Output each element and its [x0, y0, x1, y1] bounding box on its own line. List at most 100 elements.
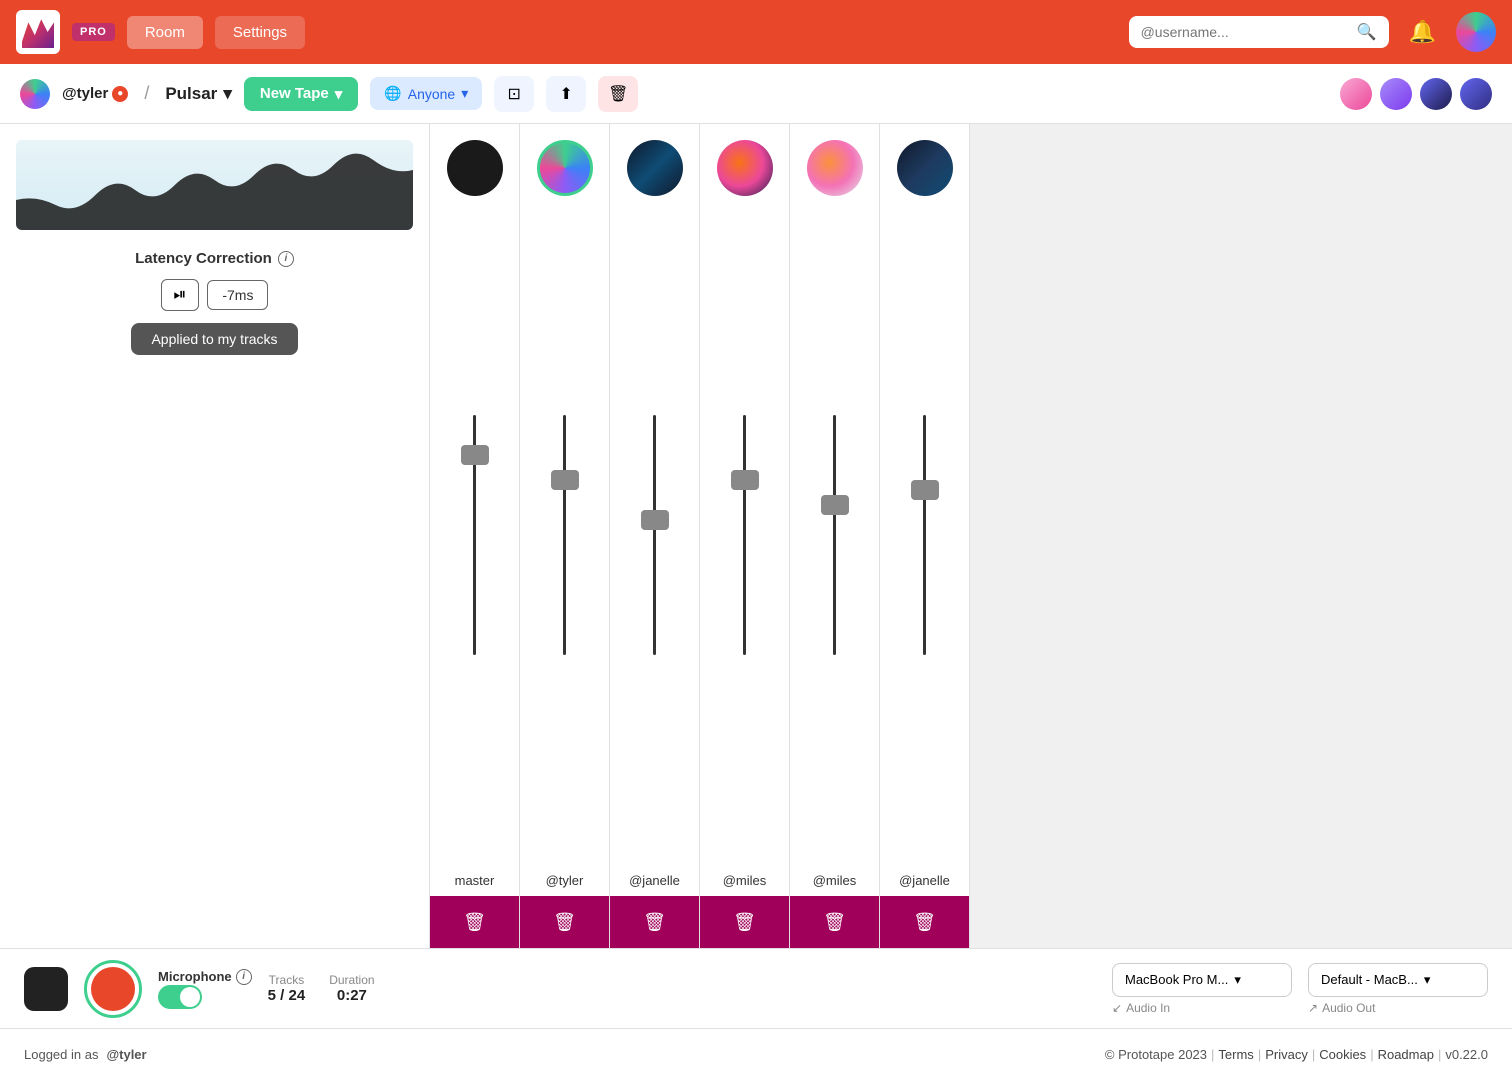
device-group: MacBook Pro M... ▾ ↙ Audio In: [1112, 963, 1292, 1015]
track-avatar-miles2: [807, 140, 863, 196]
privacy-link[interactable]: Privacy: [1265, 1047, 1308, 1062]
track-delete-janelle1[interactable]: 🗑: [610, 896, 699, 948]
delete-button[interactable]: 🗑: [598, 76, 638, 112]
chevron-down-icon-input: ▾: [1234, 972, 1241, 988]
fader-track-janelle1: [653, 415, 656, 655]
latency-title: Latency Correction i: [135, 250, 294, 267]
anyone-button[interactable]: 🌐 Anyone ▾: [370, 77, 482, 110]
trash-icon-miles2: 🗑: [823, 912, 846, 933]
latency-play-button[interactable]: ⏯: [161, 279, 200, 311]
logo-mark: [22, 16, 54, 48]
chevron-down-icon-tape: ▾: [335, 85, 343, 103]
trash-icon-tyler: 🗑: [553, 912, 576, 933]
fader-thumb-tyler[interactable]: [551, 470, 579, 490]
main-content: Latency Correction i ⏯ -7ms Applied to m…: [0, 124, 1512, 948]
track-delete-miles2[interactable]: 🗑: [790, 896, 879, 948]
mic-info-icon[interactable]: i: [236, 969, 252, 985]
logo: [16, 10, 60, 54]
fader-thumb-janelle1[interactable]: [641, 510, 669, 530]
user-avatar[interactable]: [1456, 12, 1496, 52]
mixer-panel: master 🗑 @tyler 🗑: [430, 124, 1512, 948]
swatch-blue-purple[interactable]: [1460, 78, 1492, 110]
chevron-down-icon-anyone: ▾: [461, 85, 468, 102]
verified-dot: ●: [112, 86, 128, 102]
applied-badge: Applied to my tracks: [131, 323, 297, 355]
track-label-janelle1: @janelle: [625, 865, 684, 896]
copy-button[interactable]: ⊡: [494, 76, 534, 112]
fader-track-master: [473, 415, 476, 655]
track-avatar-master: [447, 140, 503, 196]
output-device-select[interactable]: Default - MacB... ▾: [1308, 963, 1488, 997]
stop-button[interactable]: [24, 967, 68, 1011]
swatch-purple[interactable]: [1380, 78, 1412, 110]
export-icon: ⬆: [560, 84, 573, 104]
record-button[interactable]: [91, 967, 135, 1011]
track-fader-area-tyler: [520, 204, 609, 865]
fader-thumb-miles1[interactable]: [731, 470, 759, 490]
cookies-link[interactable]: Cookies: [1319, 1047, 1366, 1062]
mixer-track-janelle1: @janelle 🗑: [610, 124, 700, 948]
audio-out-icon: ↗: [1308, 1001, 1318, 1015]
microphone-section: Microphone i: [158, 969, 252, 1009]
top-nav: PRO Room Settings 🔍 🔔: [0, 0, 1512, 64]
track-delete-master[interactable]: 🗑: [430, 896, 519, 948]
breadcrumb-separator: /: [144, 83, 149, 104]
globe-icon: 🌐: [384, 85, 401, 102]
track-label-miles1: @miles: [719, 865, 771, 896]
search-input[interactable]: [1141, 24, 1349, 40]
stats-section: Tracks 5 / 24 Duration 0:27: [268, 973, 375, 1004]
footer-username: @tyler: [106, 1047, 146, 1062]
copy-icon: ⊡: [508, 84, 521, 104]
info-icon[interactable]: i: [278, 251, 294, 267]
audio-in-icon: ↙: [1112, 1001, 1122, 1015]
track-label-janelle2: @janelle: [895, 865, 954, 896]
latency-section: Latency Correction i ⏯ -7ms Applied to m…: [16, 250, 413, 355]
swatch-pink[interactable]: [1340, 78, 1372, 110]
copyright: © Prototape 2023: [1105, 1047, 1207, 1062]
logged-in-label: Logged in as: [24, 1047, 98, 1062]
mixer-track-miles2: @miles 🗑: [790, 124, 880, 948]
user-avatar-small: [20, 79, 50, 109]
duration-stat: Duration 0:27: [329, 973, 374, 1004]
mic-label-group: Microphone i: [158, 969, 252, 1009]
search-bar: 🔍: [1129, 16, 1389, 48]
track-avatar-tyler: [537, 140, 593, 196]
search-icon: 🔍: [1357, 22, 1377, 42]
trash-icon-janelle1: 🗑: [643, 912, 666, 933]
left-panel: Latency Correction i ⏯ -7ms Applied to m…: [0, 124, 430, 948]
record-button-outer[interactable]: [84, 960, 142, 1018]
mixer-track-tyler: @tyler 🗑: [520, 124, 610, 948]
tracks-stat: Tracks 5 / 24: [268, 973, 306, 1004]
swatch-dark-blue[interactable]: [1420, 78, 1452, 110]
track-fader-area-janelle2: [880, 204, 969, 865]
fader-thumb-janelle2[interactable]: [911, 480, 939, 500]
roadmap-link[interactable]: Roadmap: [1378, 1047, 1434, 1062]
trash-icon-master: 🗑: [463, 912, 486, 933]
terms-link[interactable]: Terms: [1218, 1047, 1253, 1062]
export-button[interactable]: ⬆: [546, 76, 586, 112]
version-label: v0.22.0: [1445, 1047, 1488, 1062]
notifications-button[interactable]: 🔔: [1401, 15, 1444, 49]
new-tape-button[interactable]: New Tape ▾: [244, 77, 358, 111]
footer: Logged in as @tyler © Prototape 2023 | T…: [0, 1028, 1512, 1080]
room-nav-button[interactable]: Room: [127, 16, 203, 49]
bottom-bar: Microphone i Tracks 5 / 24 Duration 0:27…: [0, 948, 1512, 1028]
input-device-select[interactable]: MacBook Pro M... ▾: [1112, 963, 1292, 997]
latency-controls: ⏯ -7ms: [161, 279, 269, 311]
microphone-toggle[interactable]: [158, 985, 202, 1009]
track-label-miles2: @miles: [809, 865, 861, 896]
second-bar: @tyler ● / Pulsar ▾ New Tape ▾ 🌐 Anyone …: [0, 64, 1512, 124]
mixer-track-janelle2: @janelle 🗑: [880, 124, 970, 948]
fader-thumb-miles2[interactable]: [821, 495, 849, 515]
track-delete-miles1[interactable]: 🗑: [700, 896, 789, 948]
track-delete-tyler[interactable]: 🗑: [520, 896, 609, 948]
audio-in-label: ↙ Audio In: [1112, 1001, 1170, 1015]
chevron-down-icon: ▾: [223, 84, 232, 104]
fader-thumb-master[interactable]: [461, 445, 489, 465]
track-avatar-janelle2: [897, 140, 953, 196]
project-select-button[interactable]: Pulsar ▾: [165, 84, 232, 104]
mixer-tracks: master 🗑 @tyler 🗑: [430, 124, 1512, 948]
settings-nav-button[interactable]: Settings: [215, 16, 305, 49]
pro-badge: PRO: [72, 23, 115, 41]
track-delete-janelle2[interactable]: 🗑: [880, 896, 969, 948]
